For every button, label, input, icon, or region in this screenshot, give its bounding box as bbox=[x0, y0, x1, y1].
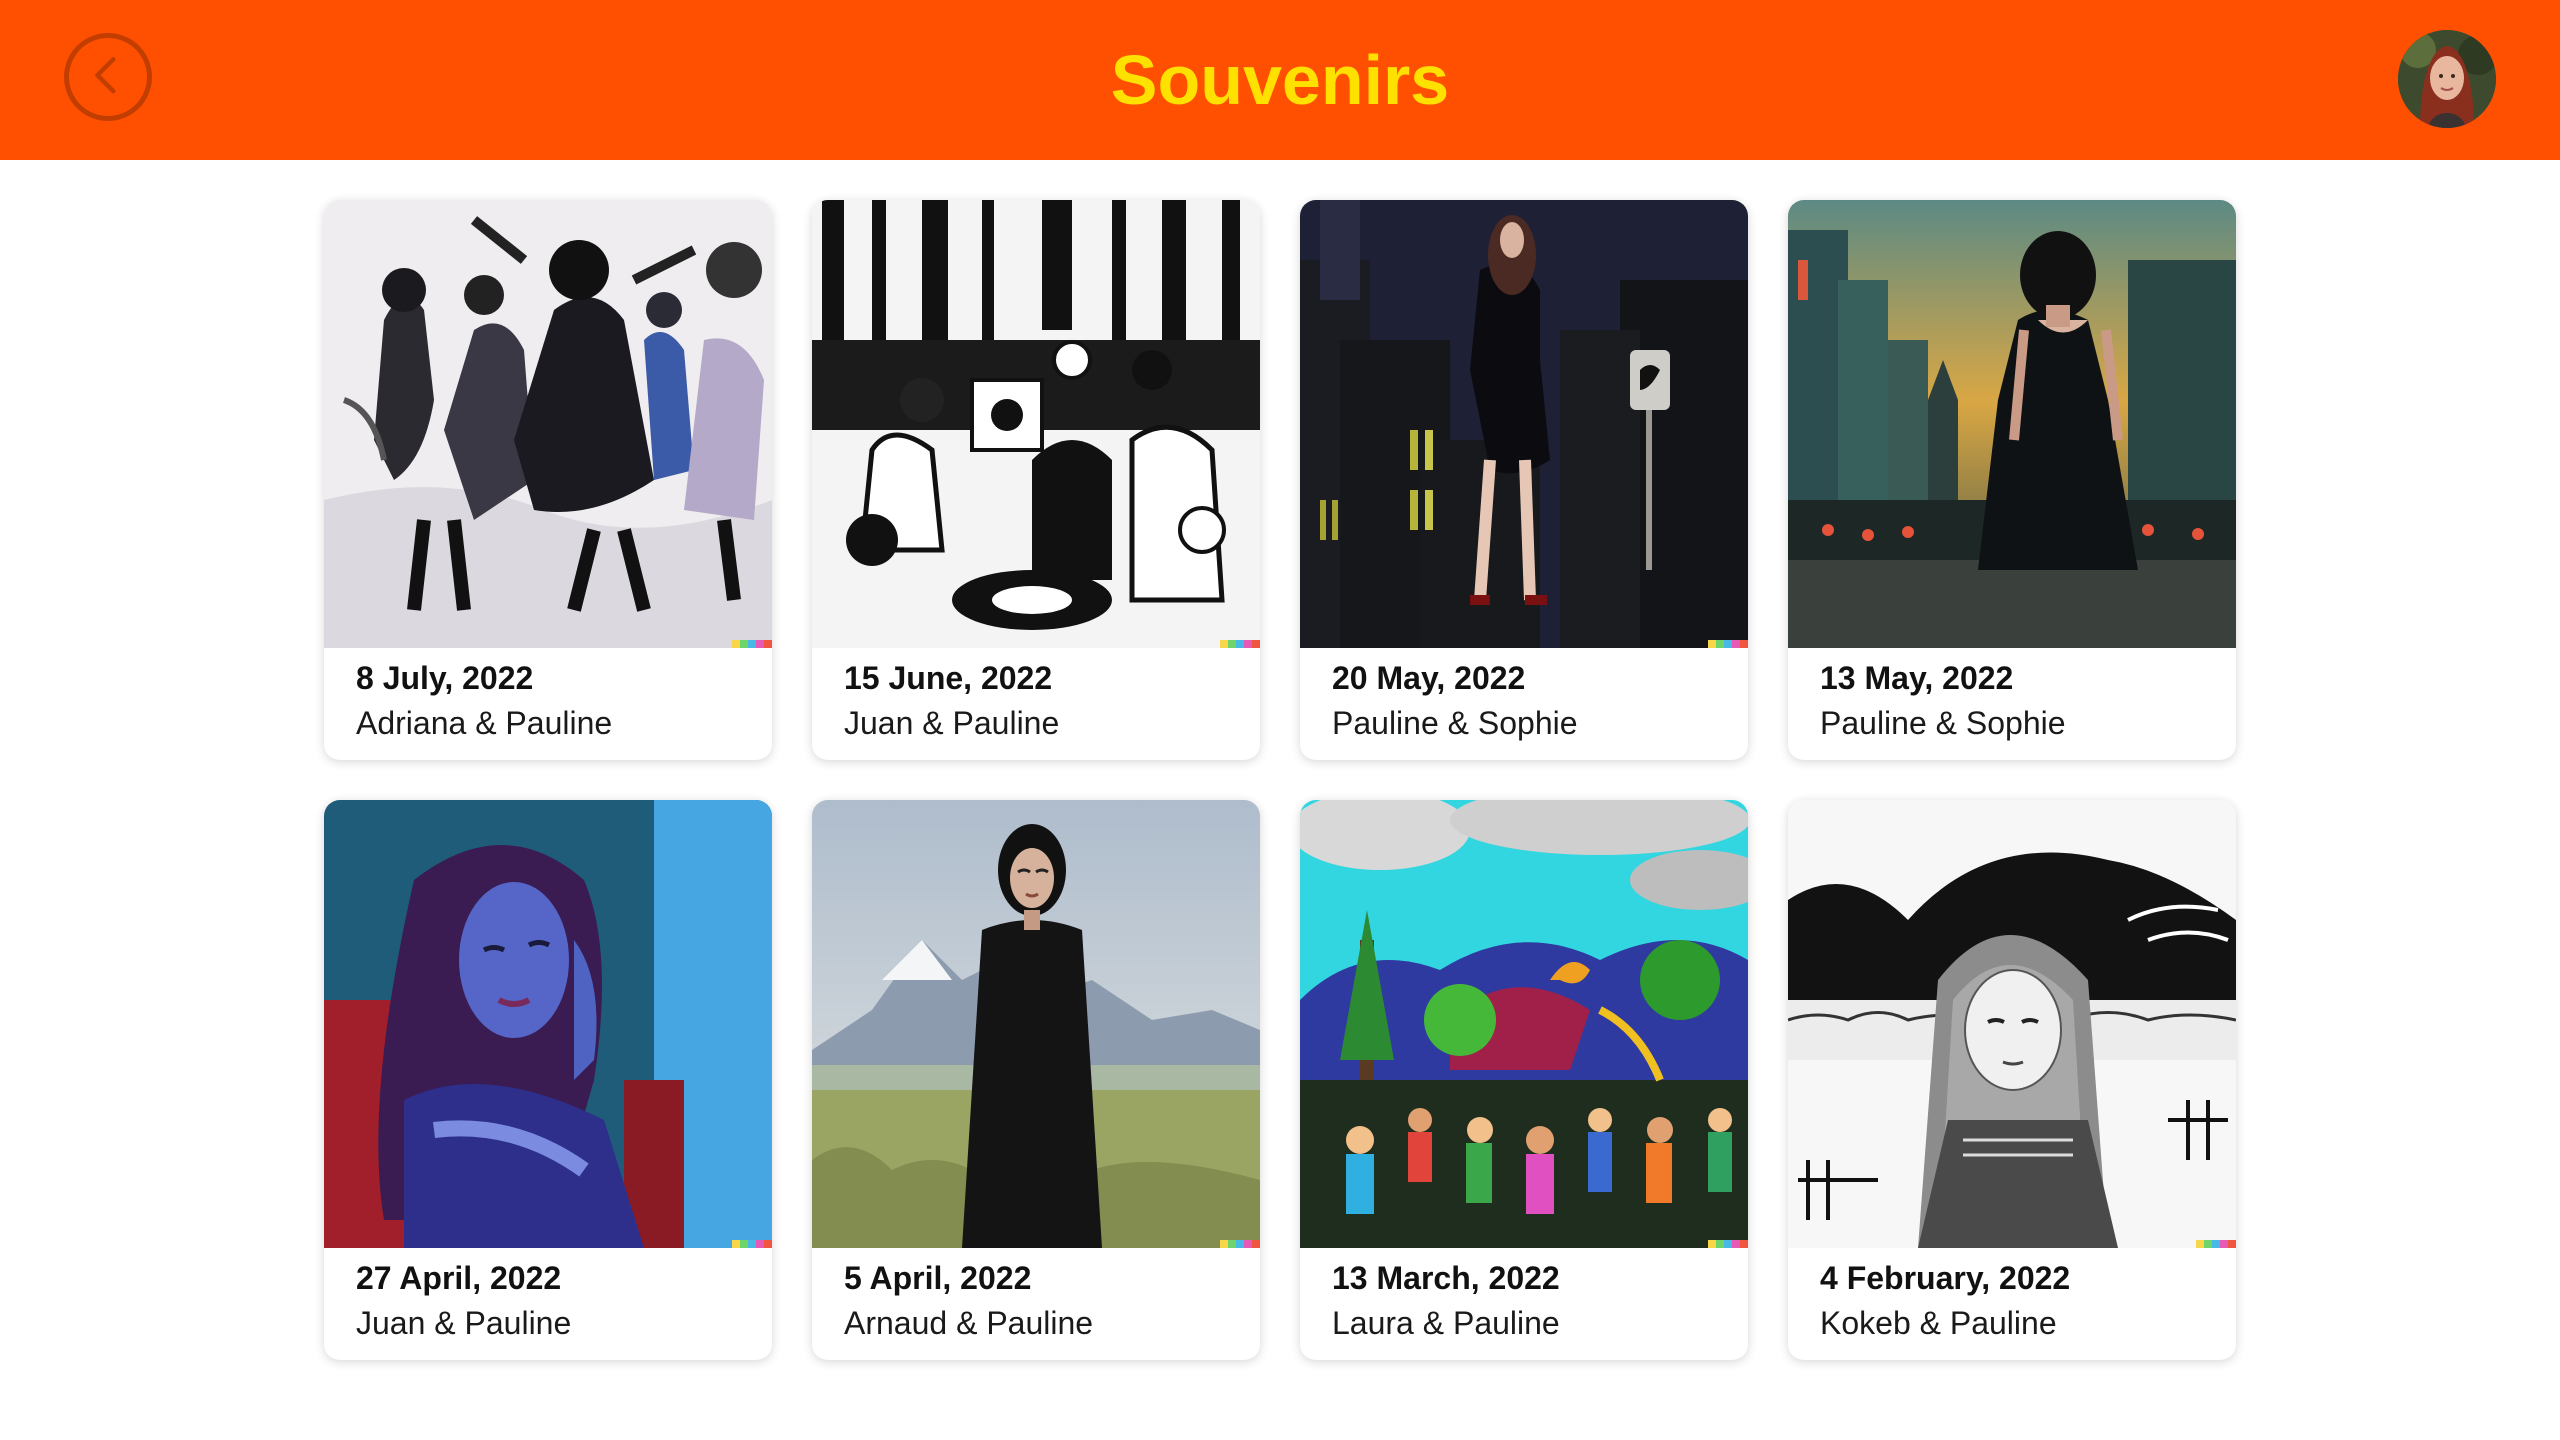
souvenir-date: 4 February, 2022 bbox=[1820, 1260, 2071, 1296]
souvenir-grid: 8 July, 2022 Adriana & Pauline 15 June, … bbox=[324, 200, 2236, 1360]
souvenir-image bbox=[1300, 200, 1748, 648]
souvenir-date: 15 June, 2022 bbox=[844, 660, 1053, 696]
page-title: Souvenirs bbox=[1110, 41, 1450, 119]
souvenir-card[interactable]: 20 May, 2022 Pauline & Sophie bbox=[1300, 200, 1748, 760]
souvenir-image bbox=[812, 200, 1260, 648]
souvenir-people: Pauline & Sophie bbox=[1332, 705, 1578, 741]
souvenir-people: Adriana & Pauline bbox=[356, 705, 613, 741]
souvenir-people: Juan & Pauline bbox=[356, 1305, 572, 1341]
souvenir-card[interactable]: 27 April, 2022 Juan & Pauline bbox=[324, 800, 772, 1360]
souvenir-image bbox=[1788, 200, 2236, 648]
souvenir-date: 13 March, 2022 bbox=[1332, 1260, 1560, 1296]
souvenir-people: Pauline & Sophie bbox=[1820, 705, 2066, 741]
souvenir-image bbox=[1788, 800, 2236, 1248]
souvenir-people: Laura & Pauline bbox=[1332, 1305, 1560, 1341]
souvenir-image bbox=[324, 200, 772, 648]
souvenir-image bbox=[1300, 800, 1748, 1248]
souvenir-people: Arnaud & Pauline bbox=[844, 1305, 1094, 1341]
souvenir-people: Juan & Pauline bbox=[844, 705, 1060, 741]
souvenir-date: 8 July, 2022 bbox=[356, 660, 534, 696]
souvenir-date: 13 May, 2022 bbox=[1820, 660, 2014, 696]
souvenir-date: 5 April, 2022 bbox=[844, 1260, 1032, 1296]
souvenir-card[interactable]: 4 February, 2022 Kokeb & Pauline bbox=[1788, 800, 2236, 1360]
souvenir-date: 20 May, 2022 bbox=[1332, 660, 1526, 696]
souvenir-card[interactable]: 8 July, 2022 Adriana & Pauline bbox=[324, 200, 772, 760]
souvenir-card[interactable]: 13 May, 2022 Pauline & Sophie bbox=[1788, 200, 2236, 760]
souvenir-card[interactable]: 15 June, 2022 Juan & Pauline bbox=[812, 200, 1260, 760]
app-header: Souvenirs bbox=[0, 0, 2560, 160]
souvenir-card[interactable]: 5 April, 2022 Arnaud & Pauline bbox=[812, 800, 1260, 1360]
souvenir-people: Kokeb & Pauline bbox=[1820, 1305, 2057, 1341]
souvenir-image bbox=[812, 800, 1260, 1248]
souvenir-card[interactable]: 13 March, 2022 Laura & Pauline bbox=[1300, 800, 1748, 1360]
souvenir-image bbox=[324, 800, 772, 1248]
user-avatar[interactable] bbox=[2398, 30, 2496, 128]
souvenir-date: 27 April, 2022 bbox=[356, 1260, 562, 1296]
